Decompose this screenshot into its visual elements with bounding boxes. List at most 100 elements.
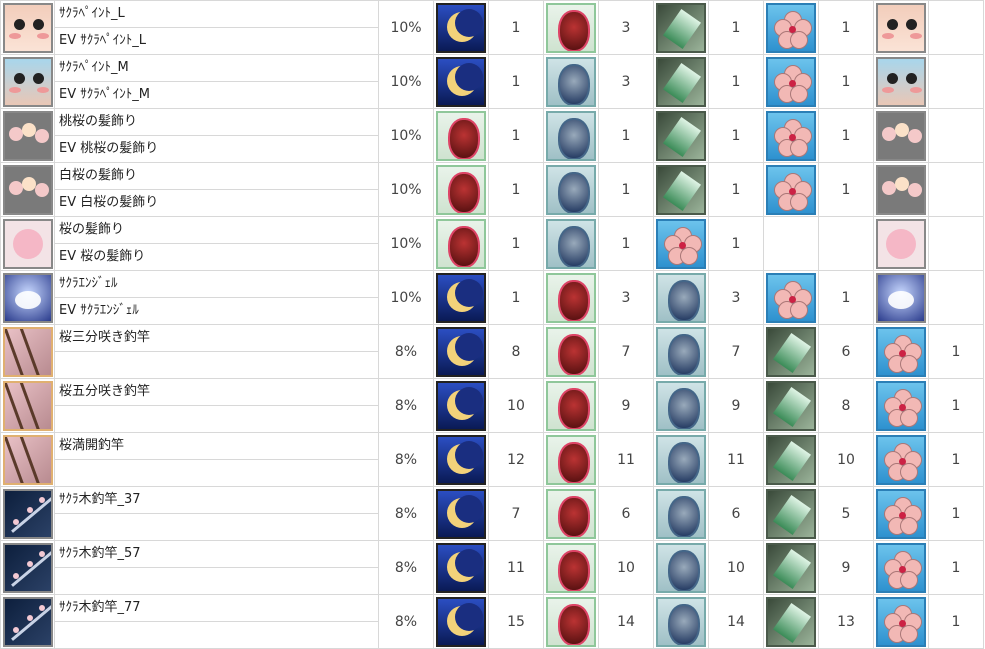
material-quantity: 1 [818,108,874,163]
success-rate: 8% [378,540,434,595]
material-quantity: 3 [598,0,654,55]
emerald-icon [766,326,816,377]
item-name: ｻｸﾗﾍﾟｲﾝﾄ_L [55,1,378,28]
item-name-cell: 桜満開釣竿 [54,432,379,487]
item-name-cell: ｻｸﾗｴﾝｼﾞｪﾙ EV ｻｸﾗｴﾝｼﾞｪﾙ [54,270,379,325]
emerald-icon [766,596,816,647]
sapphire-icon [656,272,706,323]
table-row: ｻｸﾗﾍﾟｲﾝﾄ_M EV ｻｸﾗﾍﾟｲﾝﾄ_M 10% 1 3 1 1 [0,54,984,109]
result-quantity: 1 [928,378,984,433]
table-row: 桜満開釣竿 8% 12 11 11 10 1 [0,432,984,487]
sapphire-icon [546,218,596,269]
table-row: ｻｸﾗ木釣竿_77 8% 15 14 14 13 1 [0,594,984,649]
item-ev-name: EV ｻｸﾗｴﾝｼﾞｪﾙ [59,303,139,318]
item-name: ｻｸﾗｴﾝｼﾞｪﾙ [55,271,378,298]
material-quantity: 15 [488,594,544,649]
item-name: ｻｸﾗ木釣竿_77 [55,595,378,622]
table-row: ｻｸﾗ木釣竿_57 8% 11 10 10 9 1 [0,540,984,595]
table-row: ｻｸﾗ木釣竿_37 8% 7 6 6 5 1 [0,486,984,541]
item-ev-name [55,622,378,648]
item-name: ｻｸﾗﾍﾟｲﾝﾄ_M [55,55,378,82]
success-rate: 8% [378,378,434,433]
sakura-flower-icon [876,488,926,539]
material-quantity: 14 [708,594,764,649]
emerald-icon [656,56,706,107]
success-rate: 8% [378,324,434,379]
sakura-angel-icon [2,272,53,323]
item-ev-name [55,568,378,594]
item-ev-name: EV 桜の髪飾り [59,249,146,264]
result-quantity: 1 [928,432,984,487]
peach-sakura-hair-ornament-icon [876,110,926,161]
material-quantity: 1 [708,0,764,55]
result-quantity: 1 [928,486,984,541]
material-quantity: 8 [488,324,544,379]
item-name: 桜の髪飾り [55,217,378,244]
sakura-wood-rod-37-icon [2,488,53,539]
result-quantity [928,270,984,325]
moon-icon [436,380,486,431]
sakura-rod-30-icon [2,326,53,377]
material-quantity: 3 [708,270,764,325]
sakura-flower-icon [876,380,926,431]
item-name: 桜三分咲き釣竿 [55,325,378,352]
result-quantity [928,54,984,109]
ruby-icon [546,596,596,647]
item-ev-name: EV 桃桜の髪飾り [59,141,159,156]
material-quantity: 11 [598,432,654,487]
item-name-cell: ｻｸﾗﾍﾟｲﾝﾄ_M EV ｻｸﾗﾍﾟｲﾝﾄ_M [54,54,379,109]
item-ev-name [55,352,378,378]
item-name-cell: ｻｸﾗﾍﾟｲﾝﾄ_L EV ｻｸﾗﾍﾟｲﾝﾄ_L [54,0,379,55]
item-ev-name: EV 白桜の髪飾り [59,195,159,210]
item-name-cell: 白桜の髪飾り EV 白桜の髪飾り [54,162,379,217]
ruby-icon [436,218,486,269]
material-quantity: 1 [598,108,654,163]
ruby-icon [546,434,596,485]
material-quantity: 1 [488,162,544,217]
material-quantity: 1 [818,162,874,217]
material-quantity: 3 [598,54,654,109]
moon-icon [436,596,486,647]
material-quantity: 1 [488,54,544,109]
table-row: 桜の髪飾り EV 桜の髪飾り 10% 1 1 1 [0,216,984,271]
material-quantity: 1 [708,162,764,217]
emerald-icon [656,110,706,161]
moon-icon [436,272,486,323]
material-quantity: 11 [708,432,764,487]
item-ev-name [55,406,378,432]
success-rate: 10% [378,270,434,325]
sapphire-icon [546,56,596,107]
material-quantity: 1 [708,54,764,109]
ruby-icon [546,542,596,593]
sapphire-icon [656,542,706,593]
material-quantity: 1 [598,162,654,217]
success-rate: 10% [378,216,434,271]
moon-icon [436,56,486,107]
result-quantity: 1 [928,540,984,595]
moon-icon [436,488,486,539]
item-name-cell: 桜五分咲き釣竿 [54,378,379,433]
sakura-flower-icon [766,2,816,53]
sakura-paint-m-icon [876,56,926,107]
table-row: ｻｸﾗﾍﾟｲﾝﾄ_L EV ｻｸﾗﾍﾟｲﾝﾄ_L 10% 1 3 1 1 [0,0,984,55]
material-quantity: 13 [818,594,874,649]
sakura-wood-rod-77-icon [2,596,53,647]
ruby-icon [436,110,486,161]
table-row: 桃桜の髪飾り EV 桃桜の髪飾り 10% 1 1 1 1 [0,108,984,163]
item-name: 桃桜の髪飾り [55,109,378,136]
emerald-icon [766,380,816,431]
sakura-paint-l-icon [2,2,53,53]
item-name: 白桜の髪飾り [55,163,378,190]
sapphire-icon [656,488,706,539]
recipe-table-body: ｻｸﾗﾍﾟｲﾝﾄ_L EV ｻｸﾗﾍﾟｲﾝﾄ_L 10% 1 3 1 1 ｻｸﾗﾍﾟｲﾝﾄ_M… [0,0,984,649]
material-quantity: 10 [488,378,544,433]
emerald-icon [656,2,706,53]
result-quantity [928,0,984,55]
result-quantity [928,162,984,217]
material-quantity: 1 [708,216,764,271]
success-rate: 8% [378,486,434,541]
material-quantity: 1 [488,216,544,271]
sapphire-icon [656,434,706,485]
material-quantity: 10 [598,540,654,595]
material-quantity: 6 [708,486,764,541]
